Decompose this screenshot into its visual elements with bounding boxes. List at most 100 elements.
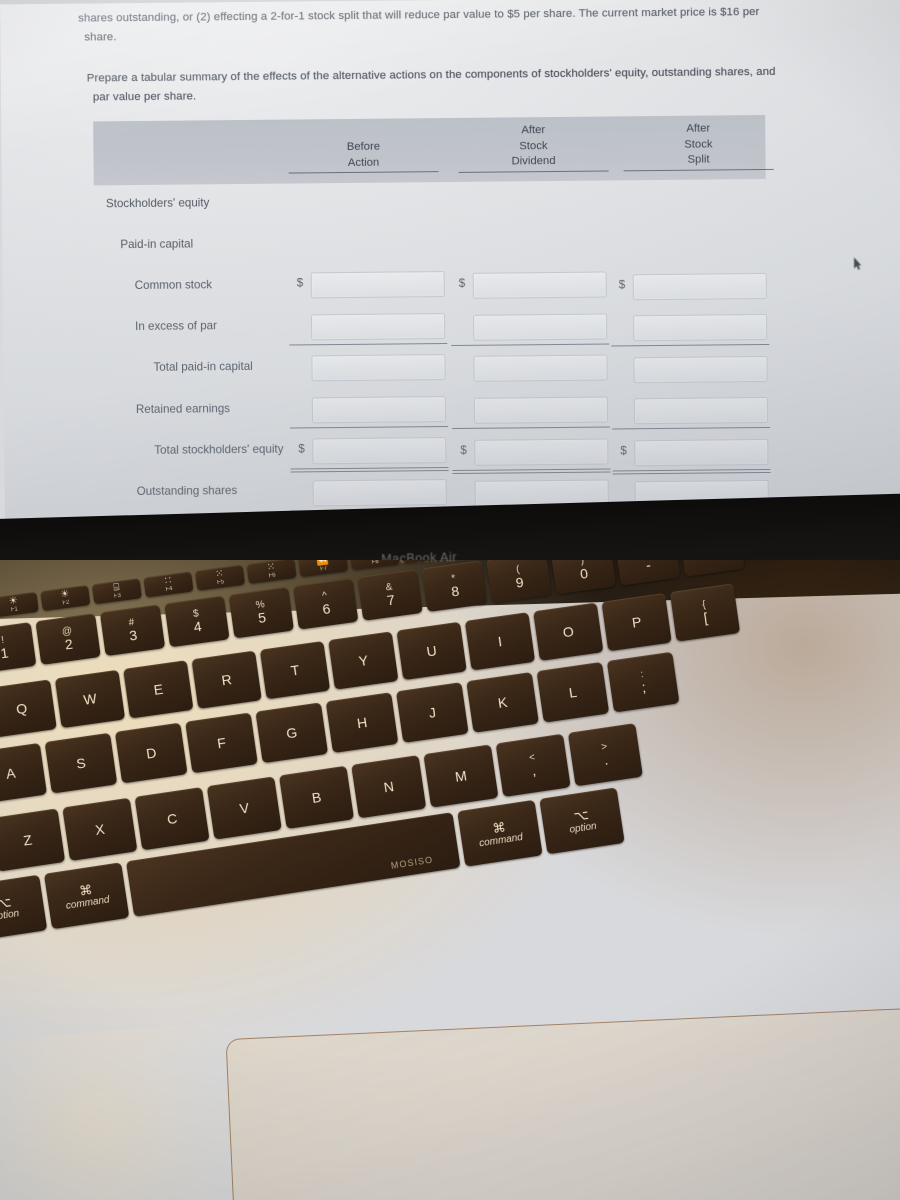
key-j[interactable]: J [395, 682, 469, 743]
row-label-paid-in-capital: Paid-in capital [120, 237, 194, 252]
key-1[interactable]: ! 1 [0, 622, 37, 674]
f8[interactable]: ⏯F8 [349, 560, 400, 571]
input-retained-earnings-col3[interactable] [633, 397, 769, 425]
key-b[interactable]: B [278, 765, 355, 830]
input-in-excess-of-par-col3[interactable] [633, 314, 768, 342]
key-i[interactable]: I [464, 612, 536, 671]
key-m[interactable]: M [423, 744, 499, 808]
key-8[interactable]: * 8 [421, 560, 488, 613]
f9[interactable]: ⏩F9 [401, 560, 452, 564]
key-bracket-left[interactable]: {[ [669, 583, 741, 642]
f5-label: F5 [216, 579, 225, 587]
key-z[interactable]: Z [0, 808, 66, 872]
key-0-glyph: 0 [579, 565, 589, 582]
f6-label: F6 [268, 572, 277, 580]
input-common-stock-col3[interactable] [632, 272, 767, 300]
key-v[interactable]: V [206, 776, 282, 840]
trackpad[interactable] [225, 1007, 900, 1200]
key-f-glyph: F [216, 733, 227, 751]
key-c[interactable]: C [134, 787, 210, 851]
key-d[interactable]: D [114, 722, 188, 784]
key-s[interactable]: S [44, 732, 118, 794]
key-option-right[interactable]: ⌥ option [539, 787, 625, 855]
key-8-shift-glyph: * [450, 573, 457, 585]
f6[interactable]: ⁙ F6 [246, 560, 297, 584]
key-h[interactable]: H [325, 692, 399, 754]
laptop-screen-content: shares outstanding, or (2) effecting a 2… [0, 0, 900, 551]
key-command-left-label: command [65, 893, 111, 912]
key-w[interactable]: W [54, 669, 126, 729]
key-k[interactable]: K [466, 671, 539, 733]
input-outstanding-shares-col1[interactable] [312, 478, 447, 507]
row-label-total-paid-in-capital: Total paid-in capital [153, 360, 253, 375]
key-k-glyph: K [496, 693, 509, 711]
f4[interactable]: ∷ F4 [143, 571, 194, 598]
key-3[interactable]: #3 [99, 604, 166, 657]
rule-total-stockholders-equity-col1 [290, 467, 449, 470]
key-n-glyph: N [382, 777, 395, 795]
question-paragraph-2: Prepare a tabular summary of the effects… [87, 63, 797, 108]
input-in-excess-of-par-col2[interactable] [473, 313, 608, 341]
key-comma-shift-glyph: < [528, 752, 536, 764]
key-0[interactable]: ) 0 [550, 560, 617, 595]
column-header-after-stock-split: After Stock Split [623, 121, 774, 171]
input-total-paid-in-capital-col3[interactable] [633, 355, 768, 383]
key-0-shift-glyph: ) [579, 560, 585, 567]
key-period[interactable]: >. [567, 723, 643, 787]
key-o[interactable]: O [533, 602, 604, 661]
key-7[interactable]: & 7 [357, 569, 423, 621]
input-total-stockholders-equity-col1[interactable] [312, 437, 447, 465]
key-p[interactable]: P [601, 592, 672, 652]
key-command-right[interactable]: ⌘ command [457, 799, 543, 867]
rule-in-excess-of-par-col3 [611, 343, 770, 347]
f3[interactable]: ⌸ F3 [91, 578, 143, 605]
f5[interactable]: ⁙ F5 [194, 564, 246, 591]
currency-symbol-total-stockholders-equity-col1: $ [298, 442, 305, 456]
key-r[interactable]: R [191, 650, 262, 709]
stockholders-equity-table: Before Action After Stock Dividend After… [93, 114, 774, 550]
input-common-stock-col1[interactable] [310, 271, 445, 299]
key-g[interactable]: G [255, 702, 329, 764]
key-f[interactable]: F [185, 712, 258, 774]
input-in-excess-of-par-col1[interactable] [311, 312, 446, 340]
key-9[interactable]: (9 [486, 560, 552, 604]
currency-symbol-total-stockholders-equity-col2: $ [460, 443, 467, 457]
key-l[interactable]: L [536, 661, 610, 723]
key-equal[interactable]: += [679, 560, 745, 577]
key-comma[interactable]: <, [495, 733, 571, 798]
f7[interactable]: ⏪ F7 [298, 560, 349, 578]
key-semicolon[interactable]: :; [606, 651, 680, 713]
mouse-cursor-icon [853, 257, 862, 270]
key-6-glyph: 6 [321, 600, 332, 618]
key-command-left[interactable]: ⌘ command [43, 862, 130, 930]
key-t[interactable]: T [259, 640, 331, 700]
input-total-paid-in-capital-col1[interactable] [311, 354, 446, 382]
key-z-glyph: Z [22, 830, 33, 849]
col1-line2: Before [346, 140, 381, 153]
f1[interactable]: ☀ F1 [0, 591, 39, 618]
key-4[interactable]: $4 [164, 595, 230, 648]
key-option-left[interactable]: ⌥ option [0, 874, 48, 942]
key-n[interactable]: N [351, 755, 427, 819]
key-x[interactable]: X [62, 797, 138, 862]
f2[interactable]: ☀ F2 [40, 585, 91, 612]
key-minus[interactable]: –- [615, 560, 681, 586]
question-paragraph-2-line-1: Prepare a tabular summary of the effects… [86, 65, 776, 85]
input-retained-earnings-col1[interactable] [311, 395, 447, 424]
key-2[interactable]: @2 [35, 613, 101, 665]
key-u[interactable]: U [396, 621, 467, 681]
key-2-glyph: 2 [63, 635, 74, 653]
key-y[interactable]: Y [328, 631, 399, 690]
input-common-stock-col2[interactable] [472, 271, 607, 300]
rule-in-excess-of-par-col2 [451, 343, 610, 346]
input-total-stockholders-equity-col2[interactable] [474, 438, 609, 466]
key-6[interactable]: ^ 6 [293, 577, 359, 630]
input-retained-earnings-col2[interactable] [473, 396, 609, 424]
key-q[interactable]: Q [0, 679, 57, 738]
key-5[interactable]: % 5 [228, 586, 295, 639]
key-a[interactable]: A [0, 742, 48, 804]
input-total-stockholders-equity-col3[interactable] [634, 438, 769, 466]
key-9-glyph: 9 [514, 573, 525, 591]
key-e[interactable]: E [123, 660, 194, 719]
input-total-paid-in-capital-col2[interactable] [473, 354, 608, 383]
